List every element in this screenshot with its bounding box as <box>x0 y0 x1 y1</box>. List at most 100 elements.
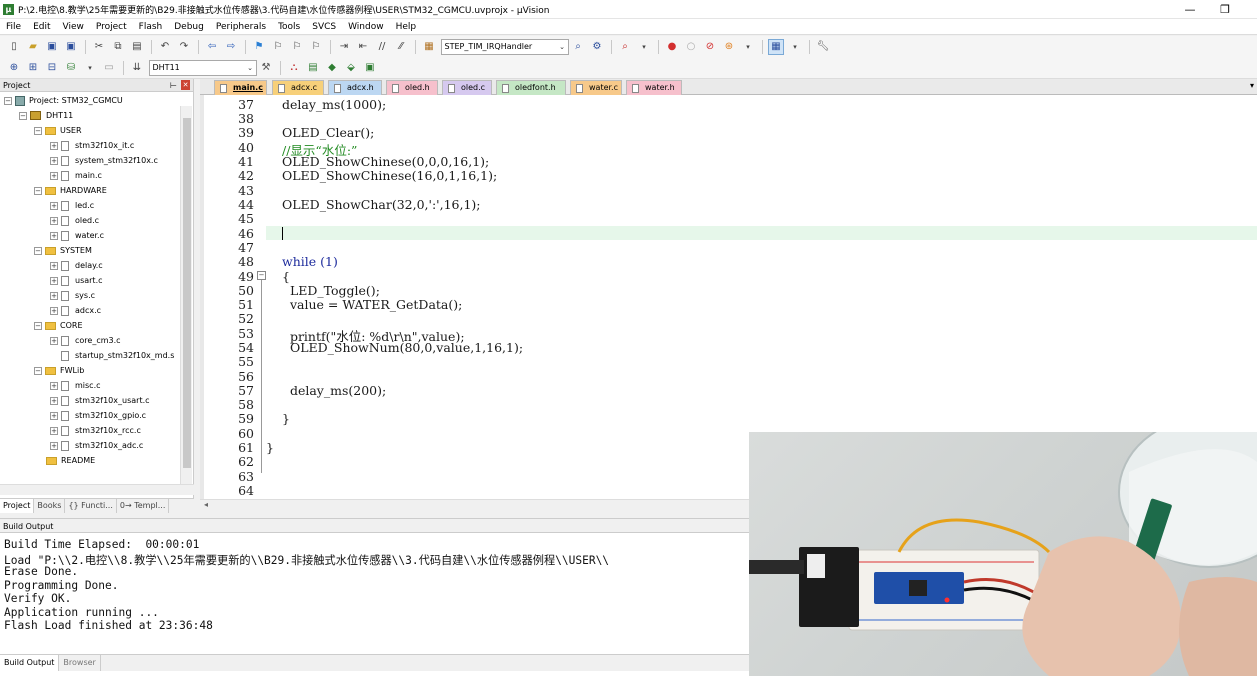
expand-icon[interactable]: + <box>50 261 58 270</box>
tree-file[interactable]: + delay.c <box>50 258 103 273</box>
chevron-down-icon[interactable]: ▾ <box>740 39 756 55</box>
target-combo[interactable]: DHT11 ⌄ <box>148 59 257 76</box>
collapse-icon[interactable]: − <box>34 246 42 255</box>
load-download-icon[interactable]: ⇊ <box>129 60 145 76</box>
expand-icon[interactable]: + <box>50 396 58 405</box>
expand-icon[interactable]: + <box>50 306 58 315</box>
tree-file[interactable]: + oled.c <box>50 213 99 228</box>
tab-water-h[interactable]: water.h <box>626 80 682 95</box>
collapse-icon[interactable]: − <box>19 111 27 120</box>
scroll-left-icon[interactable]: ◂ <box>204 500 208 509</box>
tree-group-system[interactable]: − SYSTEM <box>34 243 92 258</box>
collapse-icon[interactable]: − <box>34 186 42 195</box>
tree-file[interactable]: + core_cm3.c <box>50 333 121 348</box>
tree-target[interactable]: − DHT11 <box>19 108 73 123</box>
code-line[interactable]: OLED_ShowChinese(16,0,1,16,1); <box>282 168 497 183</box>
tab-build-output[interactable]: Build Output <box>0 655 60 671</box>
pin-icon[interactable]: ⊢ <box>170 79 177 92</box>
menu-svcs[interactable]: SVCS <box>306 22 342 32</box>
menu-peripherals[interactable]: Peripherals <box>210 22 272 32</box>
code-line[interactable]: delay_ms(200); <box>282 383 386 398</box>
tree-file[interactable]: + water.c <box>50 228 104 243</box>
menu-view[interactable]: View <box>57 22 90 32</box>
tab-oled-c[interactable]: oled.c <box>442 80 492 95</box>
tree-file[interactable]: + main.c <box>50 168 102 183</box>
menu-file[interactable]: File <box>0 22 27 32</box>
tab-browser[interactable]: Browser <box>59 655 101 671</box>
expand-icon[interactable]: + <box>50 216 58 225</box>
tab-water-c[interactable]: water.c <box>570 80 622 95</box>
tree-file[interactable]: + adcx.c <box>50 303 101 318</box>
disable-all-breakpoints-icon[interactable]: ⊛ <box>721 39 737 55</box>
menu-help[interactable]: Help <box>390 22 423 32</box>
chevron-down-icon[interactable]: ▾ <box>787 39 803 55</box>
paste-icon[interactable]: ▤ <box>129 39 145 55</box>
tree-group-user[interactable]: − USER <box>34 123 82 138</box>
find-icon[interactable]: ⌕ <box>570 39 586 55</box>
expand-icon[interactable]: + <box>50 171 58 180</box>
chevron-down-icon[interactable]: ⌄ <box>557 40 568 54</box>
chevron-down-icon[interactable]: ⌄ <box>245 61 256 75</box>
breakpoint-icon[interactable]: ● <box>664 39 680 55</box>
incremental-find-icon[interactable]: ⚙ <box>589 39 605 55</box>
new-file-icon[interactable]: ▯ <box>6 39 22 55</box>
tree-group-fwlib[interactable]: − FWLib <box>34 363 84 378</box>
unindent-icon[interactable]: ⇤ <box>355 39 371 55</box>
code-line[interactable]: { <box>282 269 290 284</box>
indent-icon[interactable]: ⇥ <box>336 39 352 55</box>
code-line[interactable]: while (1) <box>282 254 338 269</box>
tree-group-core[interactable]: − CORE <box>34 318 83 333</box>
open-folder-icon[interactable]: ▰ <box>25 39 41 55</box>
code-line[interactable]: OLED_ShowNum(80,0,value,1,16,1); <box>282 340 523 355</box>
expand-icon[interactable]: + <box>50 336 58 345</box>
code-line[interactable]: } <box>266 440 274 455</box>
code-line[interactable]: } <box>282 411 290 426</box>
build-icon[interactable]: ⊞ <box>25 60 41 76</box>
disable-breakpoint-icon[interactable]: ○ <box>683 39 699 55</box>
expand-icon[interactable]: + <box>50 201 58 210</box>
tree-file[interactable]: + stm32f10x_rcc.c <box>50 423 141 438</box>
close-icon[interactable]: ✕ <box>181 80 190 90</box>
code-line[interactable]: delay_ms(1000); <box>282 97 386 112</box>
tree-file[interactable]: + sys.c <box>50 288 95 303</box>
navigate-forward-icon[interactable]: ⇨ <box>223 39 239 55</box>
window-layout-icon[interactable]: ▦ <box>768 38 784 55</box>
minimize-button[interactable]: — <box>1170 0 1210 19</box>
tab-project[interactable]: Project <box>0 499 35 513</box>
code-line[interactable]: OLED_ShowChinese(0,0,0,16,1); <box>282 154 489 169</box>
tab-templates[interactable]: 0→ Templ... <box>117 499 170 513</box>
kill-breakpoints-icon[interactable]: ⊘ <box>702 39 718 55</box>
tab-functions[interactable]: {} Functi... <box>65 499 117 513</box>
expand-icon[interactable]: + <box>50 291 58 300</box>
menu-project[interactable]: Project <box>90 22 133 32</box>
breakpoint-margin[interactable] <box>200 95 204 499</box>
clear-bookmarks-icon[interactable]: ⚐ <box>308 39 324 55</box>
configure-wrench-icon[interactable]: 🔧︎ <box>815 39 831 55</box>
scrollbar-thumb[interactable] <box>183 118 191 468</box>
component-icon[interactable]: ▣ <box>362 60 378 76</box>
undo-icon[interactable]: ↶ <box>157 39 173 55</box>
bookmark-icon[interactable]: ⚑ <box>251 39 267 55</box>
expand-icon[interactable]: + <box>50 441 58 450</box>
tree-file[interactable]: + stm32f10x_gpio.c <box>50 408 146 423</box>
comment-icon[interactable]: // <box>374 39 390 55</box>
debug-session-icon[interactable]: ⌕ <box>617 39 633 55</box>
tree-group-hardware[interactable]: − HARDWARE <box>34 183 107 198</box>
tab-adcx-h[interactable]: adcx.h <box>328 80 382 95</box>
tree-file[interactable]: + led.c <box>50 198 94 213</box>
tab-oledfont-h[interactable]: oledfont.h <box>496 80 566 95</box>
chevron-down-icon[interactable]: ▾ <box>82 60 98 76</box>
select-packs-icon[interactable]: ▤ <box>305 60 321 76</box>
find-in-files-icon[interactable]: ▦ <box>421 39 437 55</box>
function-combo[interactable]: STEP_TIM_IRQHandler ⌄ <box>440 38 569 55</box>
batch-build-icon[interactable]: ⛁ <box>63 60 79 76</box>
collapse-icon[interactable]: − <box>34 321 42 330</box>
prev-bookmark-icon[interactable]: ⚐ <box>270 39 286 55</box>
editor-horizontal-scrollbar[interactable]: ◂ <box>200 499 749 512</box>
menu-window[interactable]: Window <box>342 22 390 32</box>
tree-file[interactable]: + stm32f10x_adc.c <box>50 438 143 453</box>
tree-vertical-scrollbar[interactable] <box>180 106 192 488</box>
tree-file[interactable]: startup_stm32f10x_md.s <box>61 348 174 363</box>
tree-group-readme[interactable]: README <box>46 453 95 468</box>
manage-rte-icon[interactable]: ◆ <box>324 60 340 76</box>
